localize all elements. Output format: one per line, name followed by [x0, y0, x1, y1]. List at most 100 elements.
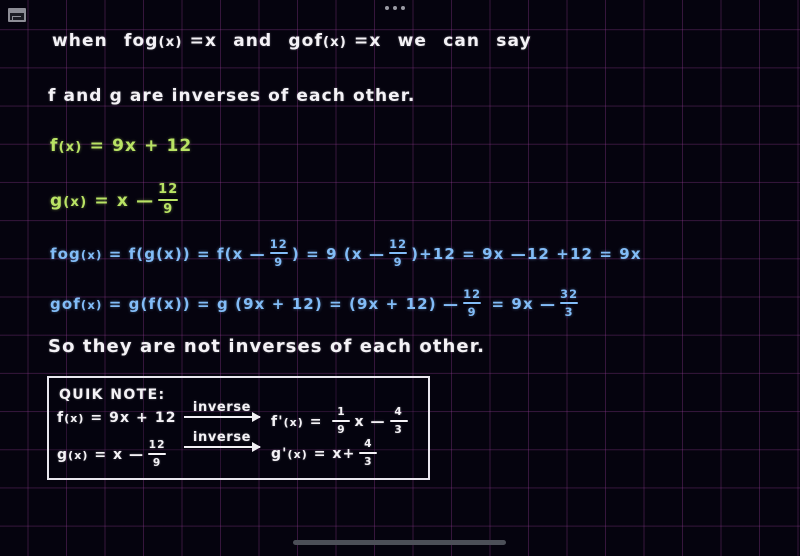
inverse-arrow-2: inverse [184, 430, 261, 452]
fog-sub-frac-num: 12 [269, 237, 288, 251]
fog-simplify: 9x —12 +12 [482, 245, 594, 264]
quik-note-row1-left: f (x) = 9x + 12 [57, 411, 177, 425]
line1-eq-2: = [354, 31, 370, 51]
row2-left-minus: — [129, 447, 145, 464]
row1-left-arg: (x) [64, 411, 85, 425]
more-options-dots[interactable] [385, 6, 405, 10]
inverse-arrow-1: inverse [184, 400, 261, 422]
row2-left-frac-den: 9 [152, 455, 162, 469]
gof-eq-3: = [329, 295, 343, 314]
equation-gof-composition: gof (x) = g(f(x)) = g (9x + 12) = (9x + … [50, 287, 582, 320]
row2-left-arg: (x) [68, 448, 89, 462]
g-def-fraction: 12 9 [158, 182, 179, 217]
gof-result-frac-num: 32 [560, 287, 579, 301]
f-def-fn: f [50, 136, 59, 156]
row2-right-arg: (x) [287, 447, 308, 461]
line1-word-and: and [233, 31, 273, 51]
f-def-arg: (x) [58, 139, 83, 155]
gof-eq-4: = [491, 295, 506, 314]
row2-right-frac-num: 4 [364, 437, 373, 450]
gof-eq-1: = [108, 295, 123, 314]
row1-right-fraction-1: 1 9 [332, 405, 351, 436]
inverse-arrow-2-line [184, 442, 261, 452]
fog-eq-5: = [599, 245, 613, 264]
line1-gof-arg: (x) [322, 34, 347, 50]
fog-label: fog [50, 245, 81, 264]
fog-eq-3: = [306, 245, 320, 264]
fog-expand-lead: 9 ( [326, 245, 352, 264]
g-def-frac-num: 12 [158, 182, 179, 197]
quik-note-title: QUIK NOTE: [59, 387, 166, 403]
gof-arg: (x) [80, 298, 103, 313]
row1-right-frac1-den: 9 [337, 422, 346, 436]
fog-sub-x: x [232, 245, 244, 264]
fog-result: 9x [619, 245, 642, 264]
line1-x-1: x [204, 31, 218, 51]
fog-eq-1: = [108, 245, 123, 264]
row2-left-frac-num: 12 [148, 438, 166, 451]
gof-result-lead: 9x [511, 295, 534, 314]
line1-fog: fog [123, 31, 159, 51]
dot-1 [385, 6, 389, 10]
fog-arg: (x) [80, 248, 103, 263]
fog-sub-minus: — [249, 245, 266, 264]
row1-right-frac2-num: 4 [394, 405, 403, 418]
fog-eq-4: = [462, 245, 476, 264]
fog-nested: f(g(x)) [128, 245, 191, 264]
quik-note-row2-left: g (x) = x — 12 9 [57, 438, 170, 469]
line1-fog-arg: (x) [158, 34, 183, 50]
row1-right-x: x [354, 414, 365, 431]
row1-right-minus: — [370, 414, 386, 431]
g-def-frac-den: 9 [163, 201, 174, 217]
g-def-x: x [116, 190, 129, 211]
gof-nested: g(f(x)) [128, 295, 191, 314]
row1-left-eq: = [90, 410, 104, 426]
row1-right-fn: f' [271, 414, 284, 431]
g-def-eq: = [94, 190, 110, 211]
gof-result-frac-den: 3 [564, 305, 574, 320]
fog-sub-frac-den: 9 [274, 255, 284, 270]
note-line-1: when fog (x) = x and gof (x) = x we can … [52, 33, 532, 50]
f-def-eq: = [89, 136, 105, 156]
note-canvas[interactable]: when fog (x) = x and gof (x) = x we can … [0, 0, 800, 556]
gof-sub: g (9x + 12) [217, 295, 323, 314]
fog-expand-close: ) [411, 245, 420, 264]
g-def-arg: (x) [63, 194, 88, 210]
quik-note-box: QUIK NOTE: f (x) = 9x + 12 g (x) = x — 1… [47, 376, 430, 480]
row1-right-eq: = [309, 414, 323, 431]
row2-right-frac-den: 3 [364, 454, 373, 468]
fog-expand-x: x [351, 245, 363, 264]
gof-eq-2: = [197, 295, 211, 314]
fog-sub-fraction: 12 9 [269, 237, 288, 270]
window-panel-icon[interactable] [8, 8, 26, 22]
g-def-minus: — [136, 190, 155, 211]
fog-expand-tail: +12 [419, 245, 456, 264]
row1-right-frac2-den: 3 [394, 422, 403, 436]
f-def-rhs: 9x + 12 [112, 136, 193, 156]
line1-gof: gof [288, 31, 323, 51]
line1-word-say: say [496, 31, 532, 51]
line1-word-can: can [443, 31, 481, 51]
row2-left-eq: = [94, 447, 108, 464]
row1-left-rhs: 9x + 12 [109, 410, 177, 426]
gof-expand: (9x + 12) [349, 295, 437, 314]
note-line-2: f and g are inverses of each other. [48, 86, 416, 106]
fog-expand-fraction: 12 9 [389, 238, 408, 269]
row2-right-eq: = [313, 446, 327, 463]
gof-expand-fraction: 12 9 [463, 288, 482, 319]
row2-right-x: x [332, 446, 343, 463]
line1-eq-1: = [189, 31, 205, 51]
fog-eq-2: = [197, 245, 211, 264]
note-conclusion: So they are not inverses of each other. [48, 336, 486, 357]
inverse-arrow-2-label: inverse [192, 430, 252, 445]
bottom-scrollbar[interactable] [293, 540, 506, 545]
quik-note-row2-right: g' (x) = x + 4 3 [271, 437, 381, 468]
row2-right-plus: + [342, 446, 356, 463]
row1-right-frac1-num: 1 [337, 405, 346, 418]
fog-expand-minus: — [368, 245, 386, 264]
line1-word-when: when [52, 31, 108, 51]
dot-3 [401, 6, 405, 10]
inverse-arrow-1-label: inverse [192, 400, 252, 415]
gof-result-fraction: 32 3 [560, 287, 579, 320]
row2-left-fraction: 12 9 [148, 438, 167, 469]
